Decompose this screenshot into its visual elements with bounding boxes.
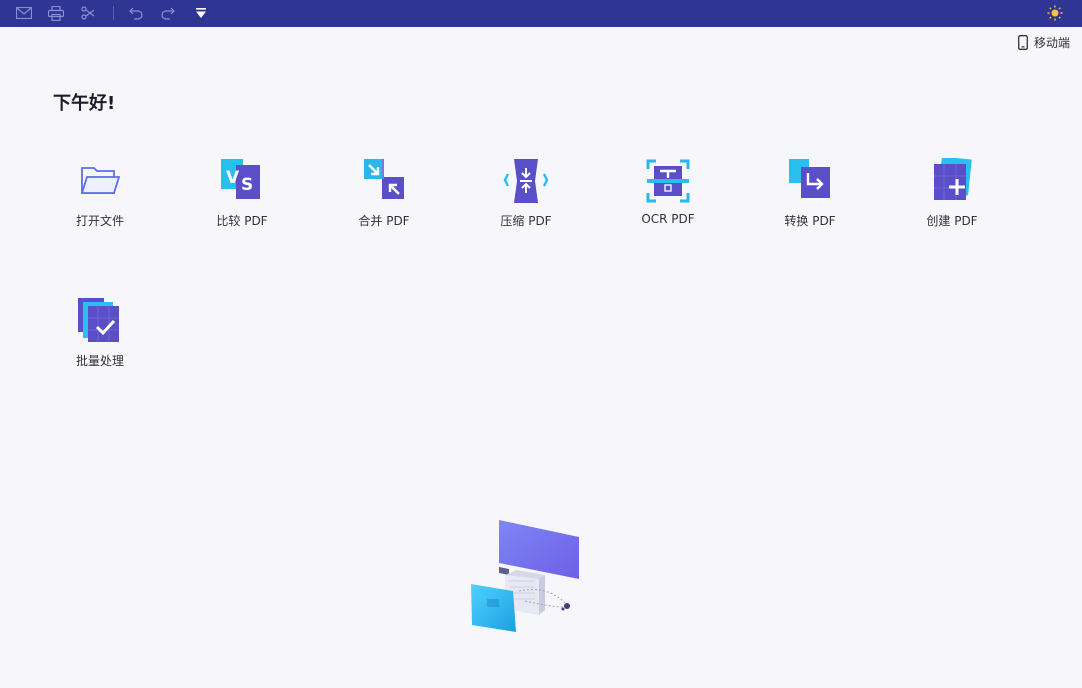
phone-icon bbox=[1018, 34, 1028, 50]
tool-label: 创建 PDF bbox=[926, 214, 978, 228]
compare-icon: V S bbox=[221, 159, 260, 199]
dropdown-icon[interactable] bbox=[191, 3, 211, 23]
batch-icon bbox=[78, 298, 119, 342]
tool-ocr-pdf[interactable]: OCR PDF bbox=[613, 158, 723, 238]
empty-state-illustration bbox=[471, 520, 579, 632]
share-icon[interactable] bbox=[78, 3, 98, 23]
tool-open-file[interactable]: 打开文件 bbox=[45, 158, 155, 238]
redo-icon[interactable] bbox=[158, 3, 178, 23]
ocr-icon bbox=[646, 159, 690, 203]
tool-label: 转换 PDF bbox=[784, 214, 836, 228]
mobile-link[interactable]: 移动端 bbox=[1018, 33, 1070, 51]
convert-icon bbox=[789, 159, 830, 198]
tool-label: 比较 PDF bbox=[216, 214, 268, 228]
tool-convert-pdf[interactable]: 转换 PDF bbox=[755, 158, 865, 238]
tool-label: OCR PDF bbox=[641, 212, 695, 226]
print-icon[interactable] bbox=[46, 3, 66, 23]
tool-label: 合并 PDF bbox=[358, 214, 410, 228]
tool-create-pdf[interactable]: 创建 PDF bbox=[897, 158, 1007, 238]
create-icon bbox=[934, 158, 972, 200]
greeting-title: 下午好! bbox=[53, 93, 116, 114]
title-bar bbox=[0, 0, 1082, 27]
tool-compress-pdf[interactable]: 压缩 PDF bbox=[471, 158, 581, 238]
tool-batch-process[interactable]: 批量处理 bbox=[45, 298, 155, 378]
tool-label: 压缩 PDF bbox=[500, 214, 552, 228]
merge-icon bbox=[364, 159, 404, 199]
tool-merge-pdf[interactable]: 合并 PDF bbox=[329, 158, 439, 238]
folder-icon bbox=[80, 167, 121, 194]
theme-sun-icon[interactable] bbox=[1045, 3, 1065, 23]
mail-icon[interactable] bbox=[14, 3, 34, 23]
tool-label: 打开文件 bbox=[75, 214, 124, 228]
undo-icon[interactable] bbox=[126, 3, 146, 23]
tool-label: 批量处理 bbox=[75, 354, 124, 368]
mobile-label: 移动端 bbox=[1033, 35, 1070, 50]
toolbar-separator bbox=[113, 6, 114, 20]
svg-text:S: S bbox=[241, 175, 253, 195]
svg-text:V: V bbox=[226, 168, 240, 188]
tool-compare-pdf[interactable]: V S 比较 PDF bbox=[187, 158, 297, 238]
compress-icon bbox=[503, 159, 549, 203]
